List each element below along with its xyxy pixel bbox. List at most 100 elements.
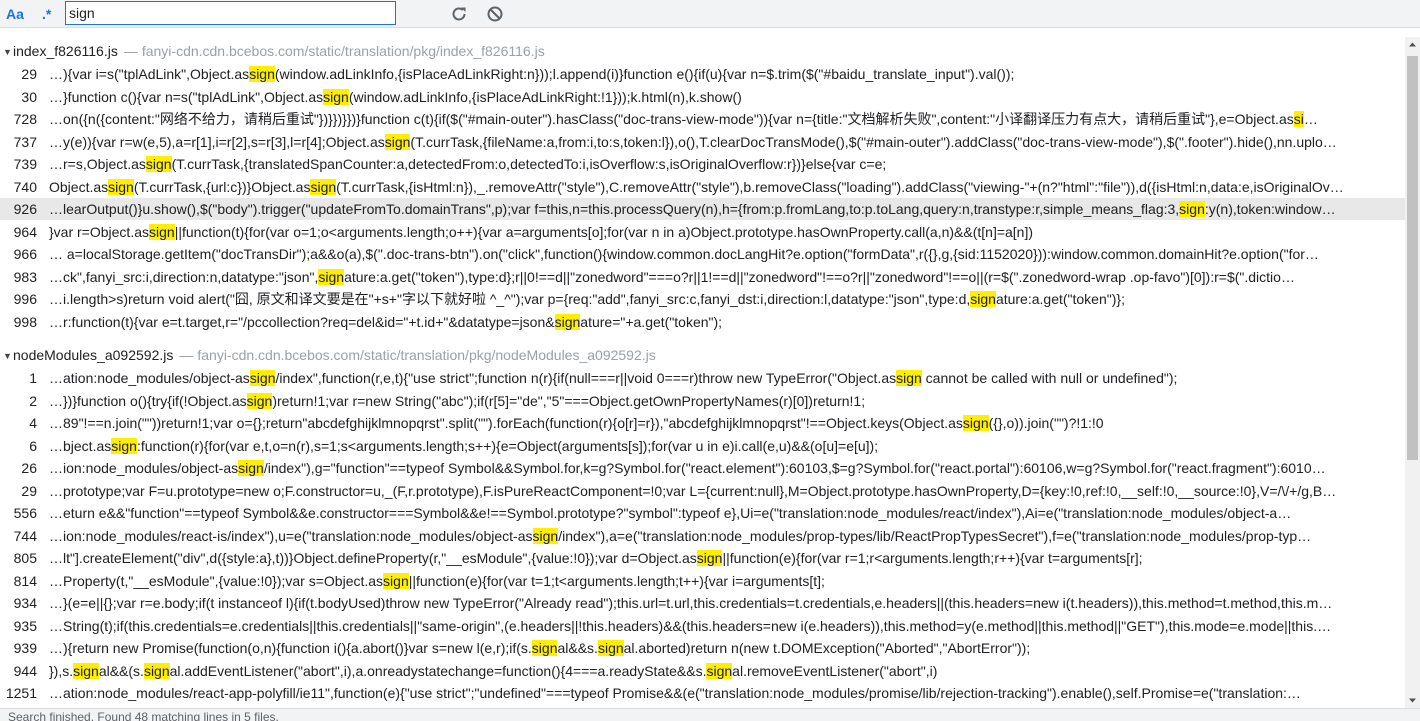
code-text: ature="+a.get("token"); xyxy=(580,314,723,330)
search-result-row[interactable]: 4 …89"!==n.join(""))return!1;var o={};ret… xyxy=(0,412,1405,434)
search-result-row[interactable]: 964}var r=Object.assign||function(t){for… xyxy=(0,221,1405,243)
search-result-row[interactable]: 556 …eturn e&&"function"==typeof Symbol&&… xyxy=(0,502,1405,524)
match-highlight: sign xyxy=(73,663,99,679)
search-result-row[interactable]: 983 …ck",fanyi_src:i,direction:n,datatype… xyxy=(0,266,1405,288)
search-result-row[interactable]: 814 …Property(t,"__esModule",{value:!0});… xyxy=(0,570,1405,592)
code-text: …r:function(t){var e=t.target,r="/pccoll… xyxy=(49,314,555,330)
search-result-row[interactable]: 744 …ion:node_modules/react-is/index"),u=… xyxy=(0,525,1405,547)
code-text: /index"),g="function"==typeof Symbol&&Sy… xyxy=(263,460,1326,476)
line-number: 728 xyxy=(13,111,37,127)
code-text: }),s. xyxy=(49,663,74,679)
code-snippet: …r=s,Object.assign(T.currTask,{translate… xyxy=(49,153,1400,175)
search-result-row[interactable]: 29 …){var i=s("tplAdLink",Object.assign(w… xyxy=(0,63,1405,85)
search-result-row[interactable]: 30 …}function c(){var n=s("tplAdLink",Obj… xyxy=(0,86,1405,108)
search-result-row[interactable]: 26 …ion:node_modules/object-assign/index"… xyxy=(0,457,1405,479)
code-text: …i.length>s)return void alert("囧, 原文和译文要… xyxy=(49,291,971,307)
search-result-row[interactable]: 939 …){return new Promise(function(o,n){f… xyxy=(0,637,1405,659)
match-highlight: sign xyxy=(143,663,170,679)
search-input[interactable] xyxy=(65,1,396,25)
search-result-row[interactable]: 934 …}(e=e||{};var r=e.body;if(t instance… xyxy=(0,592,1405,614)
line-number: 1 xyxy=(29,370,37,386)
code-text: …})}function o(){try{if(!Object.as xyxy=(49,393,247,409)
code-text: …}function c(){var n=s("tplAdLink",Objec… xyxy=(49,89,324,105)
code-snippet: }),s.signal&&(s.signal.addEventListener(… xyxy=(49,660,1400,682)
match-highlight: sign xyxy=(323,89,349,105)
code-text: }var r=Object.as xyxy=(49,224,149,240)
code-text: … xyxy=(1303,111,1318,127)
match-highlight: sign xyxy=(249,66,275,82)
file-separator: — xyxy=(123,43,138,59)
search-result-row[interactable]: 944 }),s.signal&&(s.signal.addEventListen… xyxy=(0,660,1405,682)
line-number: 935 xyxy=(13,618,37,634)
code-text: (window.adLinkInfo,{isPlaceAdLinkRight:n… xyxy=(274,66,1015,82)
file-header[interactable]: ▼index_f826116.js — fanyi-cdn.cdn.bcebos.c… xyxy=(0,40,545,62)
refresh-icon[interactable] xyxy=(449,4,469,24)
search-result-row[interactable]: 926 …learOutput()}u.show(),$("body").trig… xyxy=(0,198,1405,220)
collapse-arrow-icon[interactable]: ▼ xyxy=(3,41,13,63)
vertical-scrollbar[interactable] xyxy=(1405,37,1420,708)
scroll-down-arrow-icon[interactable] xyxy=(1405,693,1420,708)
code-snippet: …learOutput()}u.show(),$("body").trigger… xyxy=(49,198,1400,220)
code-snippet: …){var i=s("tplAdLink",Object.assign(win… xyxy=(49,63,1400,85)
line-number: 944 xyxy=(13,663,37,679)
code-text: …ation:node_modules/react-app-polyfill/i… xyxy=(49,685,1301,701)
search-result-row[interactable]: 739 …r=s,Object.assign(T.currTask,{transl… xyxy=(0,153,1405,175)
scroll-up-arrow-icon[interactable] xyxy=(1405,37,1420,52)
search-result-row[interactable]: 1251 …ation:node_modules/react-app-polyfi… xyxy=(0,682,1405,704)
code-text: …){return new Promise(function(o,n){func… xyxy=(49,640,532,656)
search-result-row[interactable]: 805 …lt"].createElement("div",d({style:a}… xyxy=(0,547,1405,569)
line-number: 814 xyxy=(13,573,37,589)
search-result-row[interactable]: 998 …r:function(t){var e=t.target,r="/pcc… xyxy=(0,311,1405,333)
search-result-row[interactable]: 740 Object.assign(T.currTask,{url:c})}Obj… xyxy=(0,176,1405,198)
code-text: …ck",fanyi_src:i,direction:n,datatype:"j… xyxy=(49,269,319,285)
match-highlight: sign xyxy=(238,460,264,476)
match-highlight: sign xyxy=(149,224,175,240)
search-result-row[interactable]: 728 …on({n({content:"网络不给力，请稍后重试"})}})}})… xyxy=(0,108,1405,130)
code-snippet: …Property(t,"__esModule",{value:!0});var… xyxy=(49,570,1400,592)
clear-icon[interactable] xyxy=(485,4,505,24)
regex-toggle[interactable]: .* xyxy=(42,0,51,28)
line-number: 996 xyxy=(13,291,37,307)
code-text: al.aborted)return n(new t.DOMException("… xyxy=(623,640,1031,656)
match-highlight: sign xyxy=(310,179,337,195)
code-text: …on({n({content:"网络不给力，请稍后重试"})}})}})}fu… xyxy=(49,111,1294,127)
code-text: (window.adLinkInfo,{isPlaceAdLinkRight:!… xyxy=(348,89,742,105)
code-text: (T.currTask,{isHtml:n}),_.removeAttr("st… xyxy=(336,179,1344,195)
code-text: cannot be called with null or undefined"… xyxy=(921,370,1178,386)
code-snippet: …y(e)){var r=w(e,5),a=r[1],i=r[2],s=r[3]… xyxy=(49,131,1400,153)
search-result-row[interactable]: 2 …})}function o(){try{if(!Object.assign)… xyxy=(0,390,1405,412)
search-result-row[interactable]: 1 …ation:node_modules/object-assign/index… xyxy=(0,367,1405,389)
line-number: 998 xyxy=(13,314,37,330)
status-bar: Search finished. Found 48 matching lines… xyxy=(0,708,1420,721)
search-result-row[interactable]: 966 … a=localStorage.getItem("docTransDir… xyxy=(0,243,1405,265)
file-url: fanyi-cdn.cdn.bcebos.com/static/translat… xyxy=(141,43,545,59)
file-url: fanyi-cdn.cdn.bcebos.com/static/translat… xyxy=(197,347,656,363)
code-text: (T.currTask,{url:c})}Object.as xyxy=(133,179,311,195)
collapse-arrow-icon[interactable]: ▼ xyxy=(3,345,13,367)
search-result-row[interactable]: 737 …y(e)){var r=w(e,5),a=r[1],i=r[2],s=r… xyxy=(0,131,1405,153)
code-text: :y(n),token:window… xyxy=(1204,201,1336,217)
code-text: …learOutput()}u.show(),$("body").trigger… xyxy=(49,201,1180,217)
code-text: ||function(t){for(var o=1;o<arguments.le… xyxy=(174,224,1034,240)
search-result-row[interactable]: 6 …bject.assign:function(r){for(var e,t,o… xyxy=(0,435,1405,457)
code-text: al.addEventListener("abort",i),a.onready… xyxy=(169,663,707,679)
code-text: …String(t);if(this.credentials=e.credent… xyxy=(49,618,1332,634)
code-text: /index",function(r,e,t){"use strict";fun… xyxy=(275,370,897,386)
match-highlight: sign xyxy=(249,370,276,386)
match-highlight: si xyxy=(1293,111,1304,127)
match-case-toggle[interactable]: Aa xyxy=(6,0,24,28)
code-text: … a=localStorage.getItem("docTransDir");… xyxy=(49,246,1319,262)
match-highlight: sign xyxy=(145,156,172,172)
code-snippet: }var r=Object.assign||function(t){for(va… xyxy=(49,221,1400,243)
code-text: …}(e=e||{};var r=e.body;if(t instanceof … xyxy=(49,595,1333,611)
scrollbar-thumb[interactable] xyxy=(1407,56,1418,460)
search-result-row[interactable]: 29 …prototype;var F=u.prototype=new o;F.c… xyxy=(0,480,1405,502)
code-text: …ion:node_modules/react-is/index"),u=e("… xyxy=(49,528,533,544)
match-highlight: sign xyxy=(1179,201,1205,217)
search-result-row[interactable]: 996 …i.length>s)return void alert("囧, 原文和… xyxy=(0,288,1405,310)
code-snippet: …prototype;var F=u.prototype=new o;F.con… xyxy=(49,480,1400,502)
file-header[interactable]: ▼nodeModules_a092592.js — fanyi-cdn.cdn.bc… xyxy=(0,344,656,366)
line-number: 556 xyxy=(13,505,37,521)
search-result-row[interactable]: 935 …String(t);if(this.credentials=e.cred… xyxy=(0,615,1405,637)
code-text: …){var i=s("tplAdLink",Object.as xyxy=(49,66,250,82)
